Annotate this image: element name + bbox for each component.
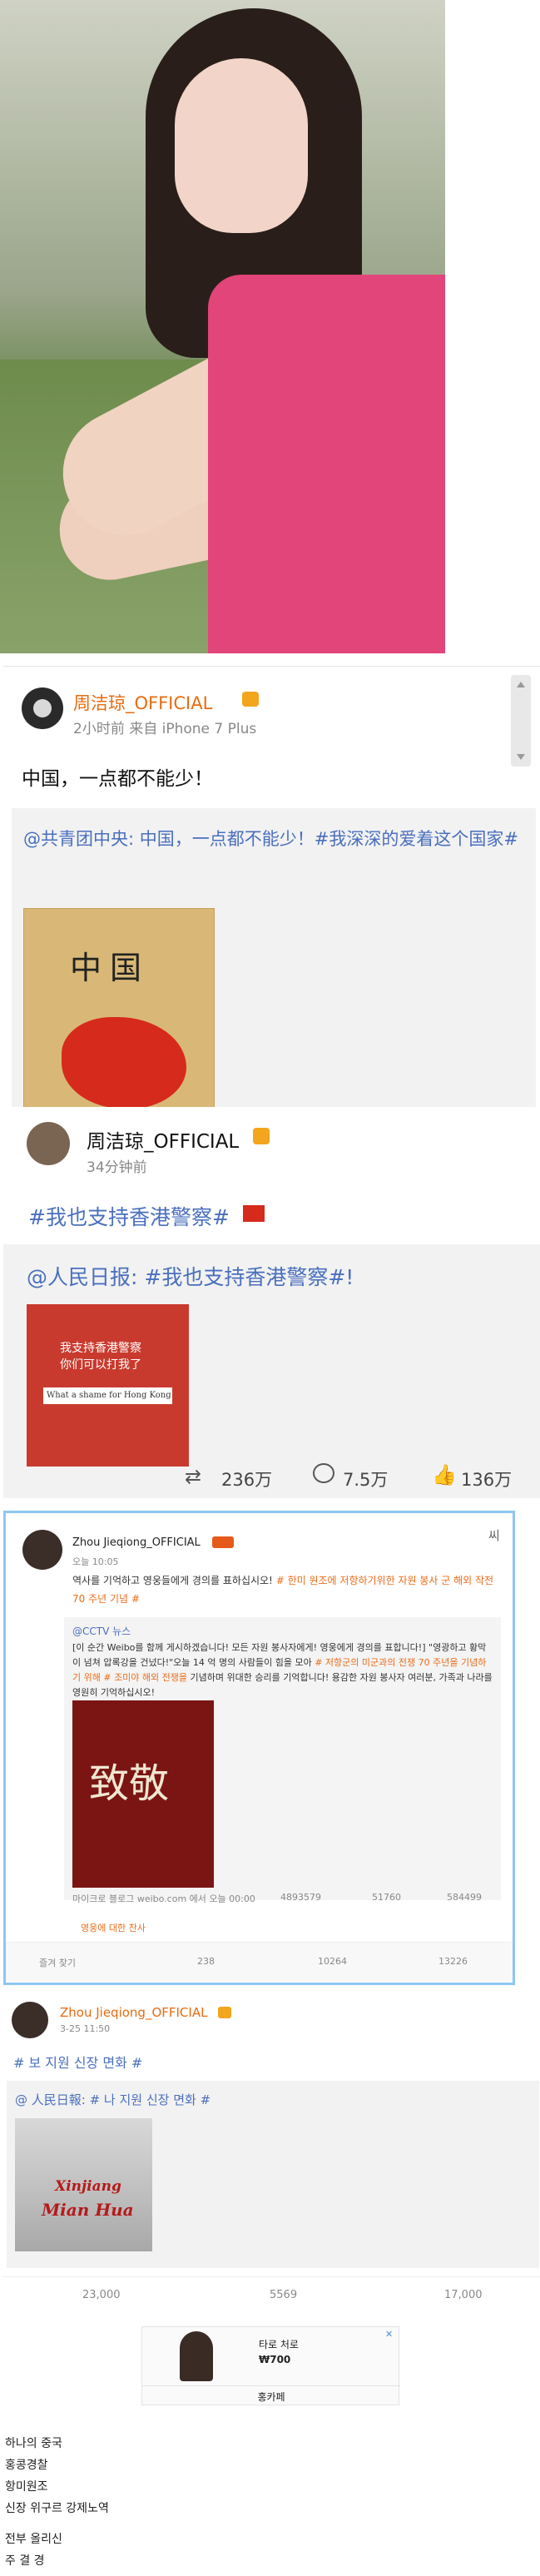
repost-count[interactable]: 238 xyxy=(197,1956,215,1967)
poster-title: 致敬 xyxy=(89,1760,170,1807)
scroll-up-button[interactable] xyxy=(511,675,531,767)
ad-close-icon[interactable]: ✕ xyxy=(385,2329,393,2340)
user-name[interactable]: Zhou Jieqiong_OFFICIAL xyxy=(72,1536,201,1549)
china-flag-icon xyxy=(243,1205,265,1222)
repost-quote: @CCTV 뉴스 [이 순간 Weibo를 함께 게시하겠습니다! 모든 자원 … xyxy=(64,1617,501,1904)
post-text: 中国，一点都不能少！ xyxy=(22,768,213,790)
quote-text[interactable]: @共青团中央: 中国，一点都不能少！#我深深的爱着这个国家# xyxy=(23,825,523,853)
quote-text[interactable]: @人民日报: #我也支持香港警察#! xyxy=(27,1261,354,1291)
post-text[interactable]: #我也支持香港警察# xyxy=(28,1201,230,1231)
repost-quote: @ 人民日報: # 나 지원 신장 면화 # Xinjiang Mian Hua xyxy=(7,2081,539,2268)
verified-badge-icon xyxy=(212,1536,234,1548)
ad-brand[interactable]: 홍카페 xyxy=(142,2385,400,2404)
portrait-photo xyxy=(0,0,445,653)
avatar[interactable] xyxy=(27,1122,70,1165)
tribute-poster[interactable]: 致敬 xyxy=(72,1700,214,1888)
action-bar: 23,000 5569 17,000 xyxy=(3,2276,540,2310)
image-line-1: 我支持香港警察 xyxy=(60,1342,141,1355)
ad-price: ₩700 xyxy=(259,2354,291,2365)
avatar[interactable] xyxy=(12,2002,48,2038)
caption-list: 하나의 중국 홍콩경찰 항미원조 신장 위구르 강제노역 xyxy=(5,2435,109,2521)
caption-list-2: 전부 올리신 주 결 경 xyxy=(5,2530,62,2574)
post-meta: 2小时前 来自 iPhone 7 Plus xyxy=(73,721,257,737)
china-map-title: 中国 xyxy=(70,950,151,986)
image-line-2: Mian Hua xyxy=(42,2200,134,2220)
action-bar: ⇄ 236万 7.5万 👍 136万 xyxy=(3,1457,540,1498)
favorite-button[interactable]: 즐겨 찾기 xyxy=(39,1956,76,1969)
corner-label: 씨 xyxy=(488,1528,500,1543)
comment-count[interactable]: 10264 xyxy=(318,1956,347,1967)
caption-line: 주 결 경 xyxy=(5,2554,45,2568)
quote-head[interactable]: @CCTV 뉴스 xyxy=(72,1624,131,1638)
inner-like: 584499 xyxy=(447,1892,482,1903)
inner-repost: 4893579 xyxy=(280,1892,321,1903)
china-map-shape xyxy=(62,1017,186,1109)
korean-translated-post: Zhou Jieqiong_OFFICIAL 오늘 10:05 씨 역사를 기억… xyxy=(3,1511,515,1985)
caption-line: 하나의 중국 xyxy=(5,2437,62,2450)
image-line-2: 你们可以打我了 xyxy=(60,1358,141,1372)
repost-count[interactable]: 23,000 xyxy=(82,2289,121,2301)
post-meta: 34分钟前 xyxy=(87,1159,147,1176)
action-bar: 즐겨 찾기 238 10264 13226 xyxy=(6,1942,513,1982)
inner-comment: 51760 xyxy=(372,1892,401,1903)
verified-badge-icon xyxy=(218,2007,231,2018)
ad-person-image xyxy=(180,2331,213,2381)
quote-body: [이 순간 Weibo를 함께 게시하겠습니다! 모든 자원 봉사자에게! 영웅… xyxy=(72,1640,493,1700)
caption-line: 홍콩경찰 xyxy=(5,2459,48,2472)
translate-link[interactable]: 영웅에 대한 찬사 xyxy=(81,1921,146,1934)
post-text-main: 역사를 기억하고 영웅들에게 경의를 표하십시오! xyxy=(72,1575,273,1586)
comment-count[interactable]: 5569 xyxy=(270,2289,297,2301)
avatar[interactable] xyxy=(22,687,63,729)
post-time: 3-25 11:50 xyxy=(60,2023,111,2034)
blank-margin xyxy=(445,0,540,658)
weibo-post-hk: 周洁琼_OFFICIAL 34分钟前 #我也支持香港警察# @人民日报: #我也… xyxy=(3,1107,540,1498)
verified-badge-icon xyxy=(253,1128,270,1144)
inner-source: 마이크로 블로그 weibo.com 에서 오늘 00:00 xyxy=(72,1894,255,1904)
advertisement[interactable]: 타로 처로 ₩700 ✕ 홍카페 xyxy=(141,2326,400,2405)
image-line-3: What a shame for Hong Kong xyxy=(43,1387,172,1404)
xinjiang-cotton-image[interactable]: Xinjiang Mian Hua xyxy=(15,2118,152,2251)
weibo-post-china: 周洁琼_OFFICIAL 2小时前 来自 iPhone 7 Plus 中国，一点… xyxy=(3,666,540,1154)
caption-line: 항미원조 xyxy=(5,2480,48,2494)
quote-body-1: [이 순간 Weibo를 함께 게시하겠습니다! 모든 자원 봉사자에게! 영웅… xyxy=(72,1642,426,1653)
comment-count: 7.5万 xyxy=(343,1470,389,1490)
repost-count: 236万 xyxy=(221,1470,273,1490)
post-text: 역사를 기억하고 영웅들에게 경의를 표하십시오! # 한미 원조에 저항하기위… xyxy=(72,1571,497,1608)
repost-icon[interactable]: ⇄ xyxy=(185,1465,201,1488)
user-name[interactable]: 周洁琼_OFFICIAL xyxy=(87,1125,239,1154)
weibo-post-xinjiang: Zhou Jieqiong_OFFICIAL 3-25 11:50 # 보 지원… xyxy=(3,1993,540,2314)
user-name[interactable]: 周洁琼_OFFICIAL xyxy=(73,690,212,715)
like-count: 136万 xyxy=(461,1470,513,1490)
image-line-1: Xinjiang xyxy=(55,2178,121,2195)
caption-line: 전부 올리신 xyxy=(5,2533,62,2546)
quote-text[interactable]: @ 人民日報: # 나 지원 신장 면화 # xyxy=(15,2091,211,2108)
caption-line: 신장 위구르 강제노역 xyxy=(5,2502,109,2515)
like-icon[interactable]: 👍 xyxy=(432,1463,457,1487)
post-text[interactable]: # 보 지원 신장 면화 # xyxy=(13,2052,142,2072)
like-count[interactable]: 13226 xyxy=(438,1956,468,1967)
ad-title: 타로 처로 xyxy=(259,2339,299,2350)
user-name[interactable]: Zhou Jieqiong_OFFICIAL xyxy=(60,2005,207,2020)
comment-icon[interactable] xyxy=(313,1463,334,1483)
like-count[interactable]: 17,000 xyxy=(444,2289,483,2301)
hk-police-image[interactable]: 我支持香港警察 你们可以打我了 What a shame for Hong Ko… xyxy=(27,1304,189,1467)
post-time: 오늘 10:05 xyxy=(72,1556,119,1567)
repost-quote: @共青团中央: 中国，一点都不能少！#我深深的爱着这个国家# 中国 xyxy=(12,808,536,1154)
verified-badge-icon xyxy=(242,692,259,707)
avatar[interactable] xyxy=(22,1530,62,1570)
